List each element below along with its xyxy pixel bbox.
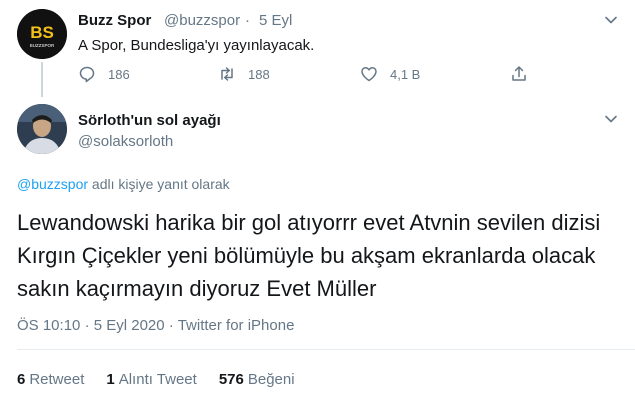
chevron-down-icon[interactable]: [604, 13, 618, 27]
tweet-stats: 6 Retweet 1 Alıntı Tweet 576 Beğeni: [17, 371, 295, 388]
author-handle[interactable]: @solaksorloth: [78, 133, 173, 150]
svg-text:BS: BS: [30, 23, 54, 42]
retweet-action[interactable]: 188: [218, 65, 270, 83]
likes-stat[interactable]: 576 Beğeni: [219, 371, 295, 388]
reply-icon: [79, 66, 95, 83]
parent-date[interactable]: 5 Eyl: [259, 12, 292, 29]
divider: [17, 349, 635, 350]
likes-label: Beğeni: [247, 371, 295, 388]
quotes-label: Alıntı Tweet: [118, 371, 197, 388]
parent-handle[interactable]: @buzzspor: [164, 12, 240, 29]
profile-photo-icon: [17, 104, 67, 154]
tweet-date[interactable]: 5 Eyl 2020: [94, 317, 165, 334]
chevron-down-icon[interactable]: [604, 112, 618, 126]
quotes-count: 1: [106, 371, 115, 388]
like-count: 4,1 B: [390, 66, 421, 82]
share-icon: [512, 66, 526, 81]
parent-separator: ·: [245, 12, 250, 29]
reply-context: @buzzspor adlı kişiye yanıt olarak: [17, 176, 230, 192]
quotes-stat[interactable]: 1 Alıntı Tweet: [106, 371, 196, 388]
parent-tweet-text: A Spor, Bundesliga'yı yayınlayacak.: [78, 37, 315, 54]
retweet-icon: [221, 67, 233, 81]
tweet-meta: ÖS 10:10 · 5 Eyl 2020 · Twitter for iPho…: [17, 317, 294, 334]
buzzspor-avatar[interactable]: BS BUZZSPOR: [17, 9, 67, 59]
reply-action[interactable]: 186: [78, 65, 130, 83]
buzzspor-logo-icon: BS BUZZSPOR: [17, 9, 67, 59]
likes-count: 576: [218, 371, 244, 388]
share-action[interactable]: [510, 65, 528, 83]
meta-separator: ·: [84, 317, 90, 334]
main-tweet-text: Lewandowski harika bir gol atıyorrr evet…: [17, 210, 601, 301]
reply-count: 186: [108, 66, 130, 82]
reply-to-link[interactable]: @buzzspor: [17, 176, 88, 192]
solaksorloth-avatar[interactable]: [17, 104, 67, 154]
reply-to-suffix: adlı kişiye yanıt olarak: [88, 176, 230, 192]
parent-display-name[interactable]: Buzz Spor: [78, 12, 151, 29]
like-action[interactable]: 4,1 B: [360, 65, 420, 83]
tweet-time[interactable]: ÖS 10:10: [17, 317, 80, 334]
thread-connector-line: [41, 62, 43, 97]
tweet-source[interactable]: Twitter for iPhone: [178, 317, 295, 334]
meta-separator: ·: [168, 317, 174, 334]
author-display-name[interactable]: Sörloth'un sol ayağı: [78, 112, 221, 129]
retweets-label: Retweet: [29, 371, 85, 388]
retweets-stat[interactable]: 6 Retweet: [17, 371, 84, 388]
svg-text:BUZZSPOR: BUZZSPOR: [30, 43, 55, 48]
like-icon: [361, 66, 377, 82]
retweet-count: 188: [248, 66, 270, 82]
retweets-count: 6: [17, 371, 26, 388]
